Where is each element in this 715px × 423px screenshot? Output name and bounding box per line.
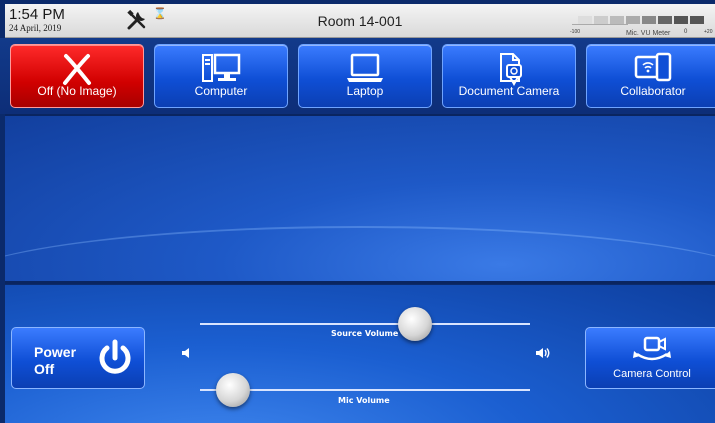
- vu-min-label: -100: [570, 29, 581, 35]
- source-laptop-button[interactable]: Laptop: [298, 44, 432, 108]
- volume-low-icon: [181, 347, 193, 362]
- vu-meter-label: Mic. VU Meter: [626, 30, 671, 37]
- control-panel: Power Off Source Volume Mic Volume Camer…: [5, 285, 715, 423]
- touch-panel: 1:54 PM 24 April, 2019 ⌛ Room 14-001 -10…: [0, 0, 715, 423]
- computer-icon: [155, 51, 287, 87]
- power-off-button[interactable]: Power Off: [11, 327, 145, 389]
- status-bar: 1:54 PM 24 April, 2019 ⌛ Room 14-001 -10…: [5, 4, 715, 38]
- power-label-line2: Off: [34, 361, 55, 377]
- source-label: Laptop: [346, 84, 384, 98]
- laptop-icon: [299, 51, 431, 87]
- vu-bars: [578, 16, 704, 24]
- source-off-button[interactable]: Off (No Image): [10, 44, 144, 108]
- camera-control-label: Camera Control: [613, 368, 691, 380]
- collaborator-icon: [587, 51, 715, 87]
- source-document-camera-button[interactable]: Document Camera: [442, 44, 576, 108]
- vu-baseline: [572, 24, 628, 25]
- power-label-line1: Power: [34, 344, 77, 360]
- vu-max-label: +20: [704, 29, 713, 35]
- source-collaborator-button[interactable]: Collaborator: [586, 44, 715, 108]
- source-label: Collaborator: [620, 84, 686, 98]
- display-area: [5, 114, 715, 284]
- vu-mid-label: 0: [684, 29, 688, 35]
- volume-high-icon: [535, 347, 551, 362]
- x-off-icon: [11, 51, 143, 87]
- mic-volume-knob[interactable]: [216, 373, 250, 407]
- mic-volume-label: Mic Volume: [338, 396, 390, 405]
- source-label: Off (No Image): [37, 84, 117, 98]
- source-computer-button[interactable]: Computer: [154, 44, 288, 108]
- camera-control-button[interactable]: Camera Control: [585, 327, 715, 389]
- source-label: Document Camera: [458, 84, 560, 98]
- source-bar: Off (No Image) Computer Laptop Document …: [0, 38, 715, 114]
- camera-rotate-icon: [586, 334, 715, 366]
- document-camera-icon: [443, 51, 575, 87]
- source-volume-slider[interactable]: [200, 323, 530, 325]
- source-label: Computer: [194, 84, 248, 98]
- source-volume-label: Source Volume: [331, 329, 399, 338]
- mic-vu-meter: -100 Mic. VU Meter 0 +20: [566, 6, 715, 37]
- source-volume-knob[interactable]: [397, 307, 432, 341]
- power-icon: [96, 338, 134, 383]
